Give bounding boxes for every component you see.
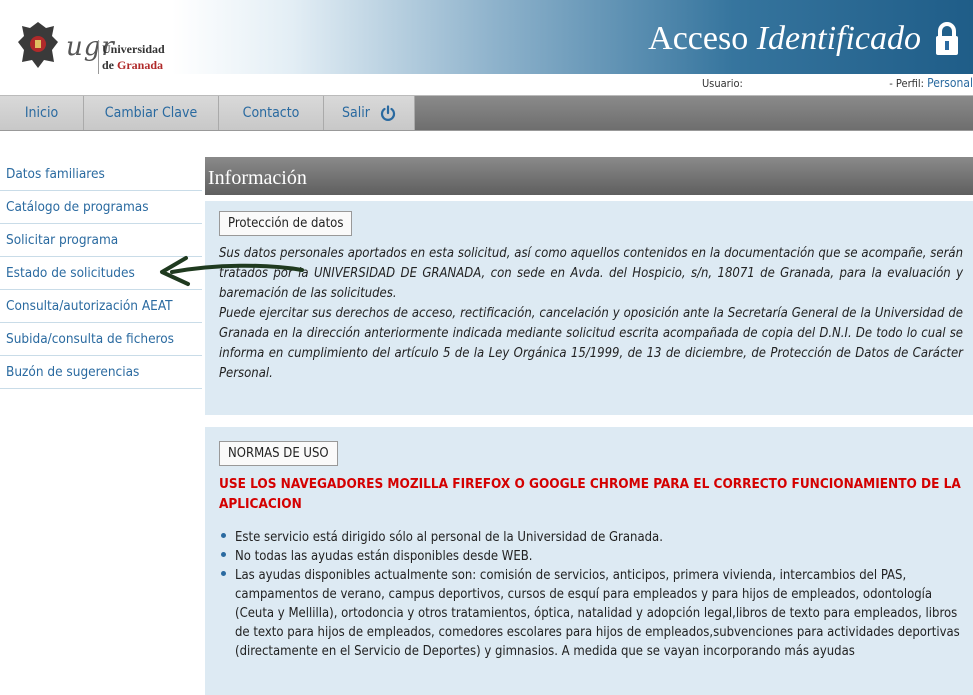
privacy-paragraph-1: Sus datos personales aportados en esta s… xyxy=(219,246,963,301)
usuario-label: Usuario: xyxy=(701,77,743,90)
sidebar-item-solicitar-programa[interactable]: Solicitar programa xyxy=(0,224,202,257)
sidebar-item-consulta-aeat[interactable]: Consulta/autorización AEAT xyxy=(0,290,202,323)
coat-of-arms-icon xyxy=(18,22,58,68)
power-icon xyxy=(380,105,396,121)
privacy-text: Sus datos personales aportados en esta s… xyxy=(219,244,963,384)
header: ugr Universidad de Granada Acceso Identi… xyxy=(0,0,973,92)
list-item: No todas las ayudas están disponibles de… xyxy=(219,547,963,566)
privacy-tab: Protección de datos xyxy=(219,211,353,236)
page-title: Acceso Identificado xyxy=(648,20,921,58)
nav-cambiar-clave[interactable]: Cambiar Clave xyxy=(84,96,219,130)
perfil-label: - Perfil: xyxy=(889,77,924,90)
granada-word: Granada xyxy=(117,58,164,72)
sidebar-item-datos-familiares[interactable]: Datos familiares xyxy=(0,158,202,191)
nav-inicio[interactable]: Inicio xyxy=(0,96,84,130)
title-normal: Acceso xyxy=(648,20,749,57)
access-banner: Acceso Identificado xyxy=(172,0,973,74)
nav-salir-label: Salir xyxy=(342,105,370,121)
sidebar-item-buzon-sugerencias[interactable]: Buzón de sugerencias xyxy=(0,356,202,389)
granada-text: de Granada xyxy=(102,58,163,73)
privacy-panel: Protección de datos Sus datos personales… xyxy=(205,201,973,415)
nav-salir[interactable]: Salir xyxy=(324,96,415,130)
list-item: Este servicio está dirigido sólo al pers… xyxy=(219,528,963,547)
rules-tab: NORMAS DE USO xyxy=(219,441,338,466)
section-title: Información xyxy=(205,157,973,195)
universidad-text: Universidad xyxy=(102,42,165,56)
sidebar-item-catalogo-programas[interactable]: Catálogo de programas xyxy=(0,191,202,224)
sidebar-item-subida-ficheros[interactable]: Subida/consulta de ficheros xyxy=(0,323,202,356)
rules-panel: NORMAS DE USO USE LOS NAVEGADORES MOZILL… xyxy=(205,427,973,695)
de-text: de xyxy=(102,58,114,72)
nav-filler xyxy=(415,96,973,130)
perfil-value[interactable]: Personal xyxy=(927,76,973,90)
logo-divider xyxy=(98,40,99,74)
lock-icon xyxy=(936,22,958,55)
user-info-bar: Usuario: - Perfil: Personal xyxy=(400,76,973,92)
ugr-logo[interactable]: ugr Universidad de Granada xyxy=(16,14,166,74)
main-content: Información Protección de datos Sus dato… xyxy=(205,157,973,695)
nav-contacto[interactable]: Contacto xyxy=(219,96,324,130)
list-item: Las ayudas disponibles actualmente son: … xyxy=(219,566,963,661)
pointer-arrow-annotation xyxy=(160,256,304,286)
title-italic: Identificado xyxy=(756,20,921,57)
browser-warning: USE LOS NAVEGADORES MOZILLA FIREFOX O GO… xyxy=(219,476,961,512)
rules-list: Este servicio está dirigido sólo al pers… xyxy=(219,528,963,661)
privacy-paragraph-2: Puede ejercitar sus derechos de acceso, … xyxy=(219,306,963,381)
top-nav: Inicio Cambiar Clave Contacto Salir xyxy=(0,95,973,131)
